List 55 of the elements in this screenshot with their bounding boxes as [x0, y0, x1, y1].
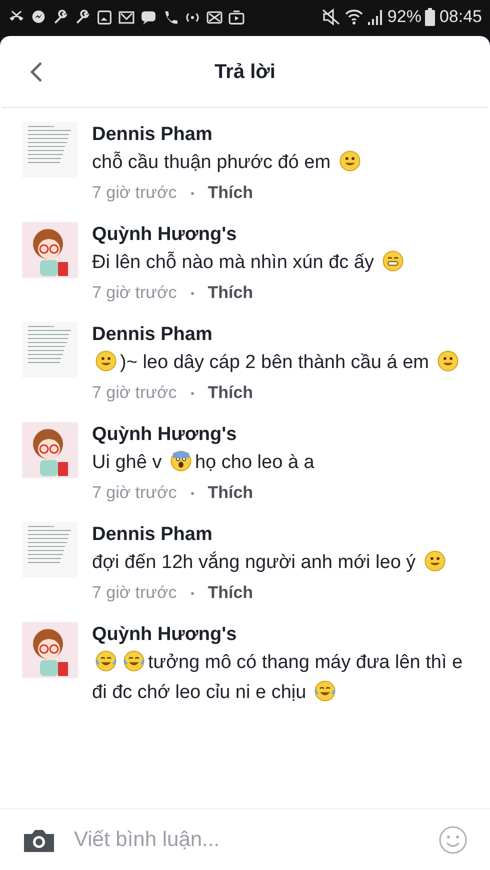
like-link[interactable]: Thích	[208, 478, 254, 508]
image-icon	[96, 8, 113, 26]
author-name[interactable]: Quỳnh Hương's	[92, 222, 408, 248]
comment-text: tưởng mô có thang máy đưa lên thì e đi đc chớ leo cỉu ni e chịu	[92, 649, 464, 705]
author-name[interactable]: Dennis Pham	[92, 522, 449, 548]
comment-time: 7 giờ trước	[92, 382, 177, 404]
emoji-icon	[123, 650, 145, 672]
comment-time: 7 giờ trước	[92, 582, 177, 604]
comment-text: Ui ghê v họ cho leo à a	[92, 449, 314, 475]
message-icon	[206, 8, 223, 26]
clock: 08:45	[439, 6, 482, 28]
emoji-icon	[338, 150, 361, 172]
back-icon	[29, 60, 43, 82]
comment-time: 7 giờ trước	[92, 282, 177, 304]
author-name[interactable]: Quỳnh Hương's	[92, 622, 474, 648]
document-thumbnail	[22, 322, 78, 378]
wrench-icon	[74, 8, 91, 26]
like-link[interactable]: Thích	[208, 378, 254, 408]
emoji-icon	[95, 350, 117, 372]
comment-time: 7 giờ trước	[92, 482, 177, 504]
comment-time: 7 giờ trước	[92, 182, 177, 204]
like-link[interactable]: Thích	[208, 278, 254, 308]
cartoon-avatar	[22, 222, 78, 278]
emoji-icon	[437, 350, 460, 372]
mail-icon	[118, 8, 135, 26]
emoji-icon	[382, 250, 404, 272]
comment-text: đợi đến 12h vắng người anh mới leo ý	[92, 548, 449, 578]
chat-bubble-icon	[140, 8, 157, 26]
like-link[interactable]: Thích	[208, 578, 254, 608]
comment-input[interactable]: Viết bình luận...	[74, 824, 420, 856]
comment-text: )~ leo dây cáp 2 bên thành cầu á em	[92, 348, 462, 378]
cartoon-avatar	[22, 422, 78, 478]
battery-icon	[425, 8, 436, 26]
author-name[interactable]: Quỳnh Hương's	[92, 422, 314, 448]
comment-text: chỗ cầu thuận phước đó em	[92, 148, 364, 178]
author-name[interactable]: Dennis Pham	[92, 322, 462, 348]
battery-percent: 92%	[387, 6, 422, 28]
signal-icon	[367, 8, 384, 26]
mute-icon	[321, 8, 342, 26]
document-thumbnail	[22, 522, 78, 578]
emoji-icon	[95, 650, 117, 672]
emoji-icon	[314, 680, 336, 702]
emoji-icon	[424, 550, 446, 572]
like-link[interactable]: Thích	[208, 178, 254, 208]
video-icon	[228, 8, 245, 26]
emoji-icon	[170, 450, 192, 472]
cartoon-avatar	[22, 622, 78, 678]
comment-text: Đi lên chỗ nào mà nhìn xún đc ấy	[92, 248, 408, 278]
document-thumbnail	[22, 122, 78, 178]
chat-bubble-icon	[30, 8, 47, 26]
wrench-icon	[52, 8, 69, 26]
author-name[interactable]: Dennis Pham	[92, 122, 364, 148]
phone-icon	[162, 8, 179, 26]
wifi-icon	[345, 8, 364, 26]
page-title: Trả lời	[214, 60, 276, 84]
